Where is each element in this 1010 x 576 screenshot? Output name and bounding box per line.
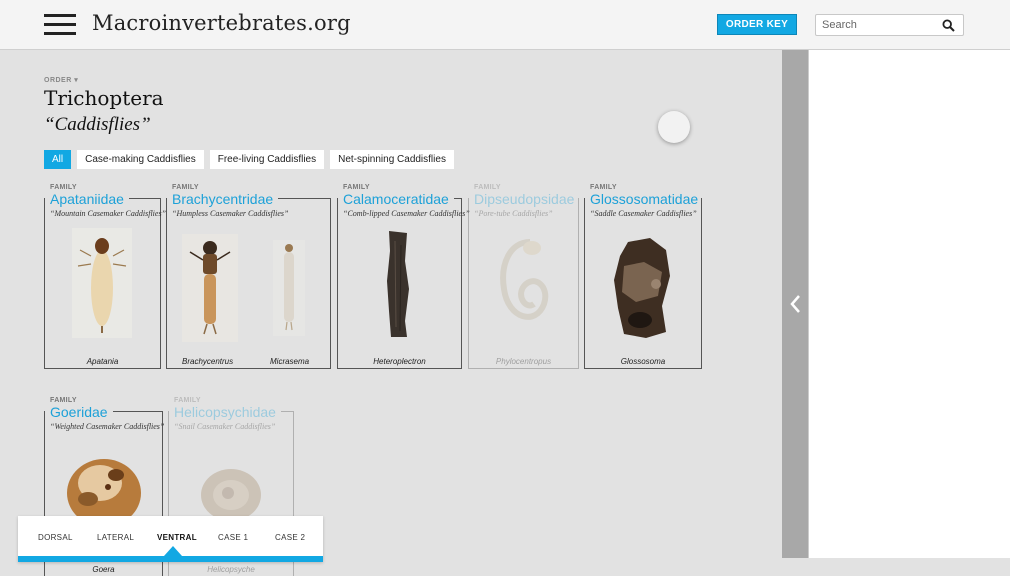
specimen-image[interactable]: [273, 240, 305, 336]
family-label: FAMILY: [50, 184, 77, 191]
genus-name[interactable]: Phylocentropus: [468, 357, 579, 366]
site-title[interactable]: Macroinvertebrates.org: [92, 11, 351, 35]
family-label: FAMILY: [172, 184, 199, 191]
search-input[interactable]: [822, 17, 940, 33]
order-dropdown-label[interactable]: ORDER ▾: [44, 76, 78, 84]
family-label: FAMILY: [343, 184, 370, 191]
family-name[interactable]: Apataniidae: [50, 191, 124, 207]
family-common-name: “Pore-tube Caddisflies”: [474, 209, 553, 218]
genus-name[interactable]: Apatania: [44, 357, 161, 366]
genus-name[interactable]: Heteroplectron: [337, 357, 462, 366]
family-common-name: “Snail Casemaker Caddisflies”: [174, 422, 276, 431]
view-tabs: DORSAL LATERAL VENTRAL CASE 1 CASE 2: [18, 516, 323, 562]
site-header: Macroinvertebrates.org ORDER KEY: [0, 0, 1010, 50]
genus-name[interactable]: Goera: [44, 565, 163, 574]
family-common-name: “Mountain Casemaker Caddisflies”: [50, 209, 167, 218]
family-name[interactable]: Brachycentridae: [172, 191, 273, 207]
view-tabs-bar: [18, 556, 323, 562]
family-card-glossosomatidae[interactable]: FAMILY Glossosomatidae “Saddle Casemaker…: [584, 184, 702, 370]
tab-lateral[interactable]: LATERAL: [97, 533, 134, 542]
specimen-image[interactable]: [610, 236, 676, 340]
order-key-button[interactable]: ORDER KEY: [717, 14, 797, 35]
specimen-image[interactable]: [490, 234, 556, 334]
tab-case-1[interactable]: CASE 1: [218, 533, 248, 542]
family-name[interactable]: Helicopsychidae: [174, 404, 276, 420]
family-common-name: “Saddle Casemaker Caddisflies”: [590, 209, 697, 218]
family-common-name: “Comb-lipped Casemaker Caddisflies”: [343, 209, 470, 218]
family-card-calamoceratidae[interactable]: FAMILY Calamoceratidae “Comb-lipped Case…: [337, 184, 470, 370]
chevron-left-icon[interactable]: [788, 293, 802, 315]
filter-free-living[interactable]: Free-living Caddisflies: [209, 150, 325, 169]
genus-name[interactable]: Helicopsyche: [168, 565, 294, 574]
family-name[interactable]: Calamoceratidae: [343, 191, 449, 207]
tab-dorsal[interactable]: DORSAL: [38, 533, 73, 542]
family-card-dipseudopsidae[interactable]: FAMILY Dipseudopsidae “Pore-tube Caddisf…: [468, 184, 579, 370]
filter-net-spinning[interactable]: Net-spinning Caddisflies: [330, 150, 454, 169]
order-title: Trichoptera: [44, 86, 164, 110]
family-label: FAMILY: [474, 184, 501, 191]
search-icon[interactable]: [942, 19, 955, 32]
side-panel-toggle-strip[interactable]: [782, 50, 808, 558]
family-label: FAMILY: [50, 397, 77, 404]
family-label: FAMILY: [174, 397, 201, 404]
specimen-image[interactable]: [72, 228, 132, 338]
family-card-apataniidae[interactable]: FAMILY Apataniidae “Mountain Casemaker C…: [44, 184, 166, 370]
tab-ventral[interactable]: VENTRAL: [157, 533, 197, 542]
filter-case-making[interactable]: Case-making Caddisflies: [77, 150, 204, 169]
specimen-image[interactable]: [64, 453, 142, 519]
order-common-name: “Caddisflies”: [44, 114, 151, 135]
specimen-image[interactable]: [383, 231, 413, 339]
circle-toggle-button[interactable]: [658, 111, 690, 143]
family-common-name: “Humpless Casemaker Caddisflies”: [172, 209, 289, 218]
genus-name[interactable]: Micrasema: [270, 357, 309, 366]
family-common-name: “Weighted Casemaker Caddisflies”: [50, 422, 165, 431]
tab-case-2[interactable]: CASE 2: [275, 533, 305, 542]
side-panel: [808, 50, 1010, 558]
family-name[interactable]: Glossosomatidae: [590, 191, 698, 207]
active-tab-pointer: [164, 546, 182, 556]
specimen-image[interactable]: [198, 465, 264, 521]
specimen-image[interactable]: [182, 234, 238, 342]
filter-all[interactable]: All: [44, 150, 72, 169]
filter-bar: All Case-making Caddisflies Free-living …: [44, 150, 454, 169]
family-card-brachycentridae[interactable]: FAMILY Brachycentridae “Humpless Casemak…: [166, 184, 331, 370]
genus-name[interactable]: Brachycentrus: [182, 357, 233, 366]
main-content: ORDER ▾ Trichoptera “Caddisflies” All Ca…: [0, 50, 782, 576]
family-name[interactable]: Goeridae: [50, 404, 108, 420]
family-name[interactable]: Dipseudopsidae: [474, 191, 574, 207]
search-box[interactable]: [815, 14, 964, 36]
menu-icon[interactable]: [44, 13, 76, 37]
family-label: FAMILY: [590, 184, 617, 191]
genus-name[interactable]: Glossosoma: [584, 357, 702, 366]
